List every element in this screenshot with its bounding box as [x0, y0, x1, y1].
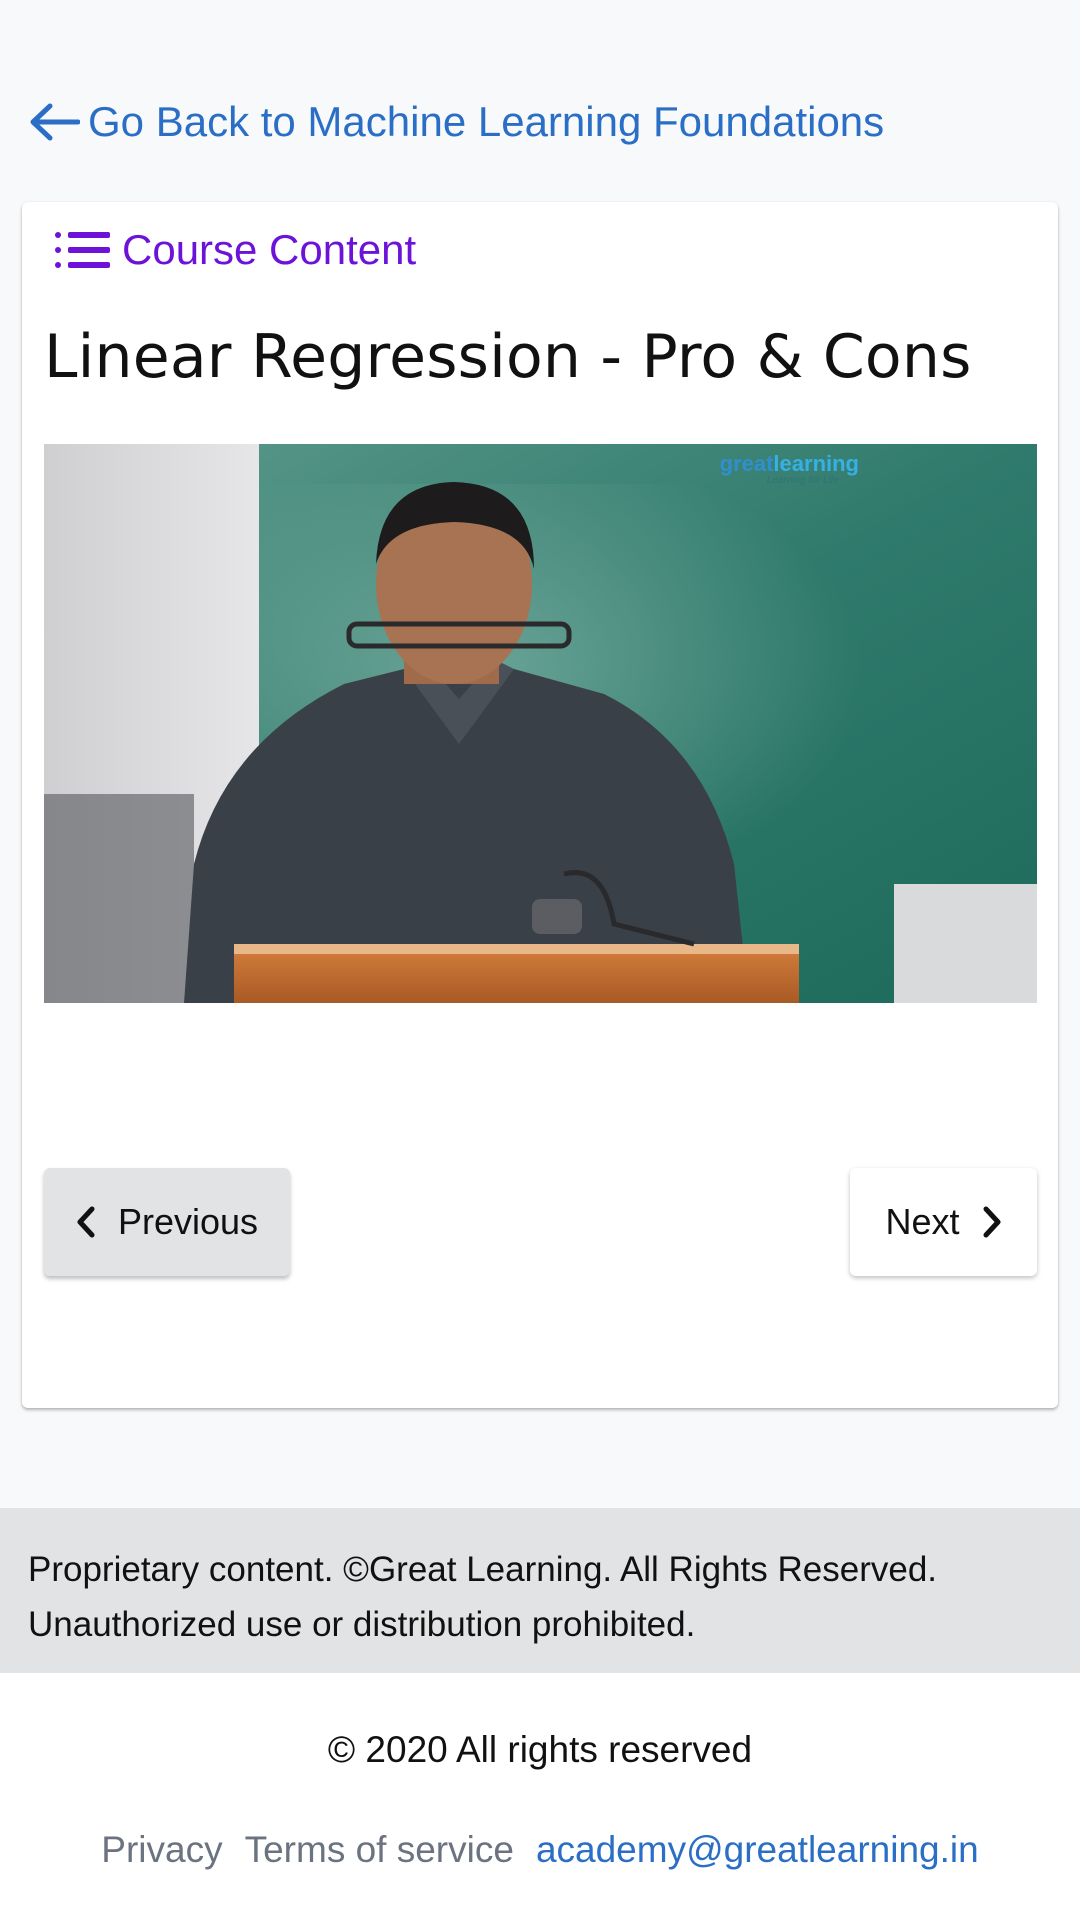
privacy-link[interactable]: Privacy	[101, 1829, 222, 1871]
lesson-card: Course Content Linear Regression - Pro &…	[22, 202, 1058, 1408]
chevron-right-icon	[983, 1206, 1001, 1238]
back-link-label: Go Back to Machine Learning Foundations	[88, 98, 885, 145]
proprietary-notice: Proprietary content. ©Great Learning. Al…	[0, 1508, 1080, 1673]
video-frame: greatlearning Learning for Life	[44, 444, 1037, 1003]
list-icon	[55, 232, 110, 268]
watermark-tagline: Learning for Life	[767, 475, 840, 486]
footer-links: Privacy Terms of service academy@greatle…	[0, 1829, 1080, 1871]
course-content-link[interactable]: Course Content	[54, 226, 416, 274]
proprietary-notice-line1: Proprietary content. ©Great Learning. Al…	[28, 1550, 938, 1589]
next-button[interactable]: Next	[850, 1168, 1037, 1276]
watermark-brand: greatlearning	[720, 451, 859, 476]
terms-link[interactable]: Terms of service	[245, 1829, 514, 1871]
copyright-text: © 2020 All rights reserved	[327, 1729, 753, 1770]
arrow-left-icon	[30, 103, 80, 141]
support-email-link[interactable]: academy@greatlearning.in	[536, 1829, 979, 1871]
lesson-title: Linear Regression - Pro & Cons	[44, 322, 972, 392]
chevron-left-icon	[77, 1206, 95, 1238]
back-to-course-link[interactable]: Go Back to Machine Learning Foundations	[28, 98, 884, 146]
page-footer: © 2020 All rights reserved Privacy Terms…	[0, 1673, 1080, 1923]
proprietary-notice-line2: Unauthorized use or distribution prohibi…	[28, 1605, 696, 1644]
next-button-label: Next	[885, 1201, 960, 1242]
previous-button-label: Previous	[117, 1201, 259, 1242]
video-player[interactable]: greatlearning Learning for Life	[44, 444, 1037, 1003]
course-content-label: Course Content	[122, 226, 417, 273]
previous-button[interactable]: Previous	[44, 1168, 290, 1276]
